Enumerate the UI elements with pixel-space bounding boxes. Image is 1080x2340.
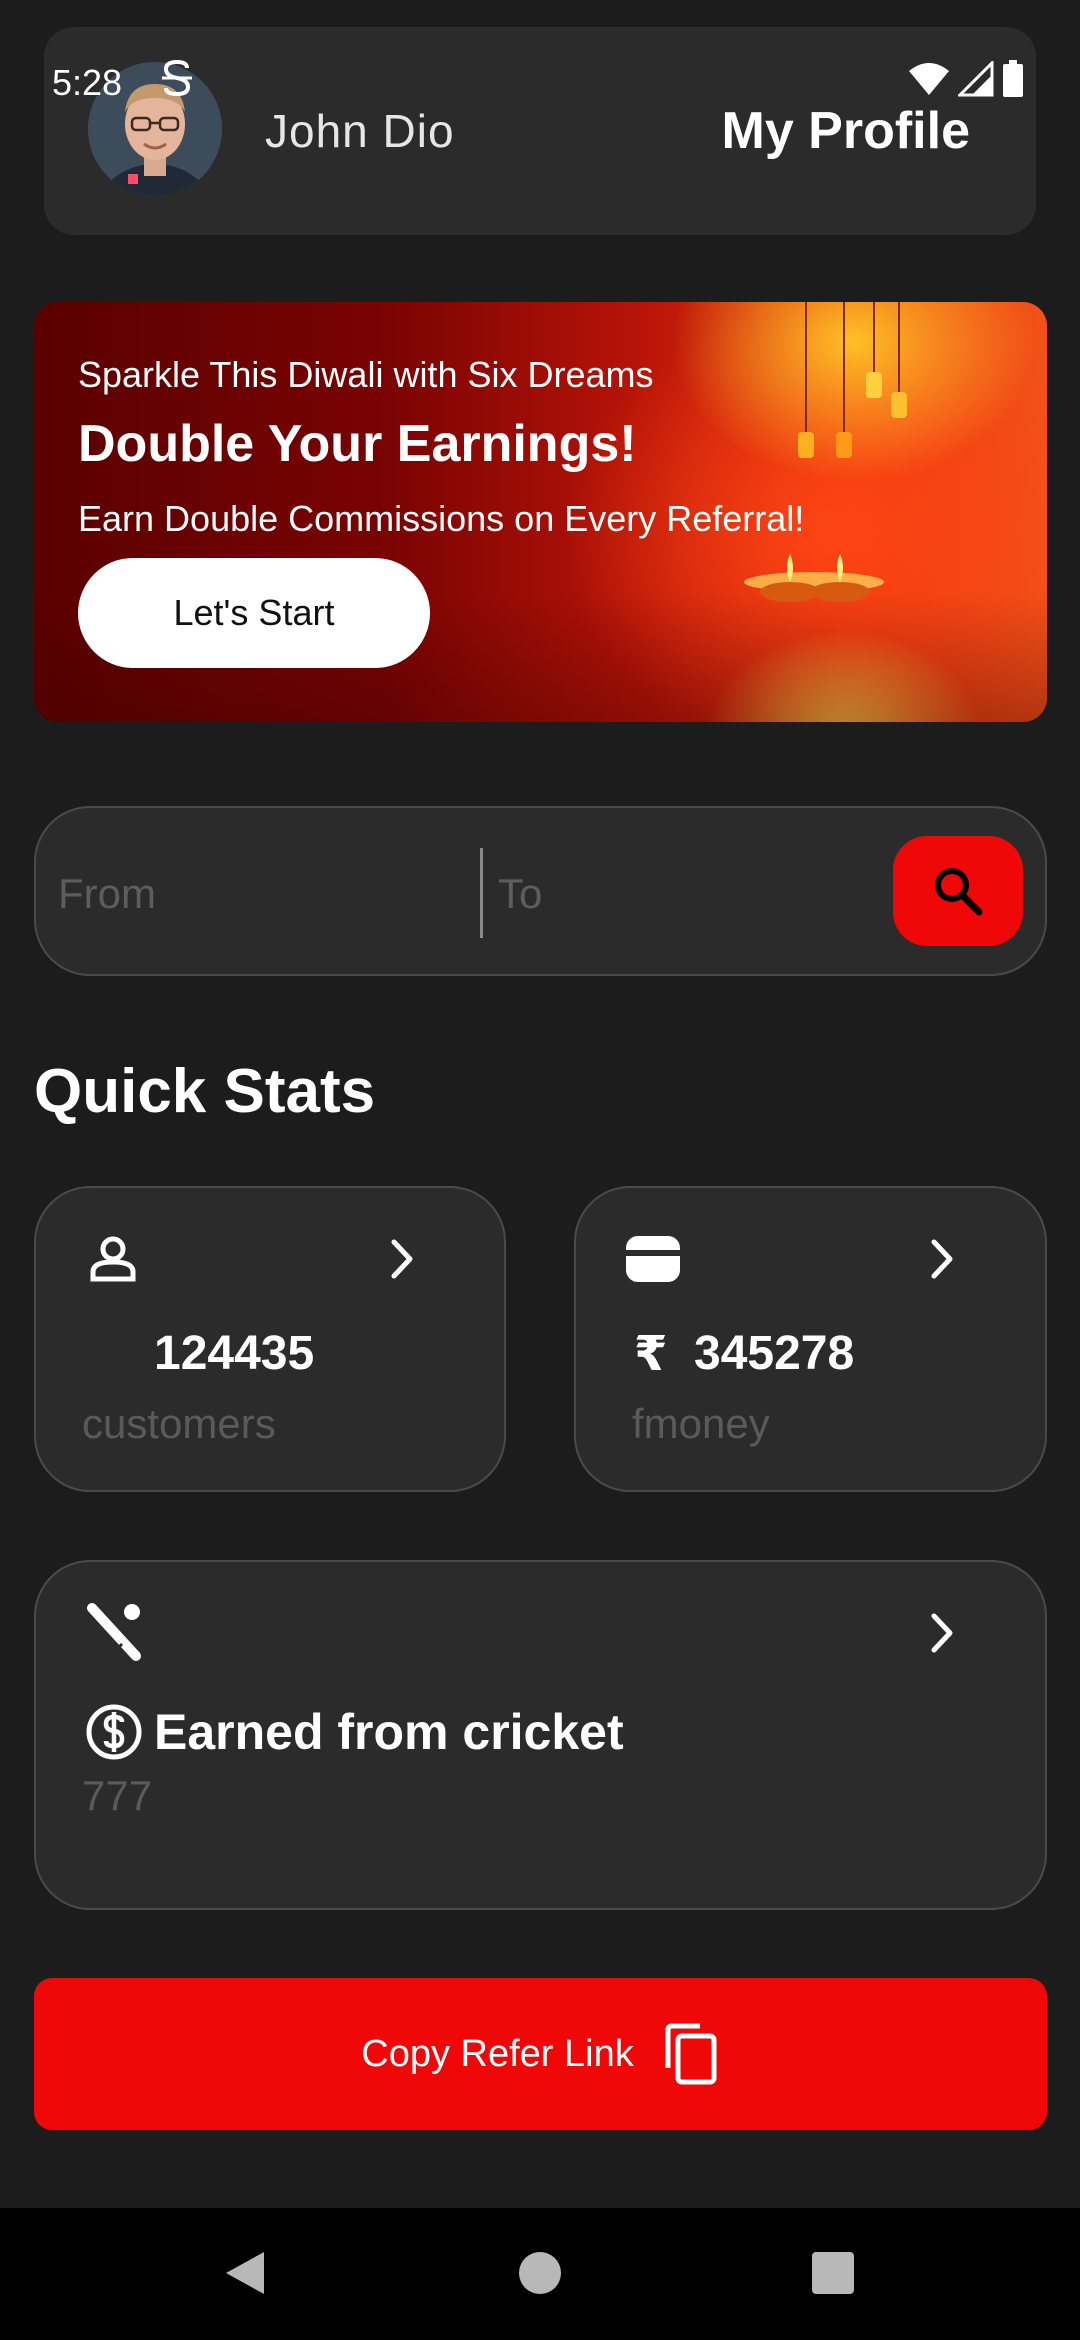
- search-divider: [480, 848, 483, 938]
- cricket-title: Earned from cricket: [154, 1704, 624, 1760]
- money-label: fmoney: [632, 1400, 770, 1447]
- person-icon: [90, 1236, 136, 1282]
- to-input[interactable]: [498, 862, 898, 926]
- chevron-right-icon[interactable]: [922, 1608, 962, 1658]
- from-input[interactable]: [58, 862, 478, 926]
- status-icons: [908, 60, 1024, 98]
- wallet-icon: [626, 1236, 680, 1282]
- diya-icon: [760, 554, 870, 602]
- currency-symbol: ₹: [634, 1328, 668, 1381]
- cricket-card[interactable]: Earned from cricket 777: [34, 1560, 1047, 1910]
- promo-banner[interactable]: Sparkle This Diwali with Six Dreams Doub…: [34, 302, 1047, 722]
- search-icon: [935, 868, 983, 916]
- back-icon[interactable]: [222, 2250, 268, 2296]
- quick-stats-title: Quick Stats: [34, 1057, 376, 1126]
- customers-value: 124435: [154, 1327, 315, 1380]
- cricket-value: 777: [82, 1772, 153, 1819]
- money-value: 345278: [694, 1327, 855, 1380]
- banner-subtext: Earn Double Commissions on Every Referra…: [78, 498, 805, 539]
- wifi-icon: [909, 63, 949, 95]
- navigation-bar: [0, 2208, 1080, 2340]
- copy-refer-link-button[interactable]: Copy Refer Link: [34, 1978, 1047, 2130]
- money-card[interactable]: ₹ 345278 fmoney: [574, 1186, 1047, 1492]
- lets-start-button[interactable]: Let's Start: [78, 558, 430, 668]
- recents-icon[interactable]: [812, 2252, 854, 2294]
- battery-icon: [1003, 60, 1023, 97]
- app-notification-icon: [160, 58, 194, 103]
- banner-eyebrow: Sparkle This Diwali with Six Dreams: [78, 354, 654, 395]
- user-name: John Dio: [265, 105, 455, 157]
- copy-icon: [665, 2023, 717, 2085]
- cricket-icon: [87, 1603, 141, 1661]
- customers-label: customers: [82, 1400, 276, 1447]
- search-button[interactable]: [893, 836, 1023, 946]
- dollar-icon: [86, 1704, 142, 1760]
- chevron-right-icon[interactable]: [382, 1234, 422, 1284]
- screen: 5:28 John Dio My Profile Sparkle This Di…: [0, 0, 1080, 2340]
- banner-heading: Double Your Earnings!: [78, 415, 637, 473]
- date-search-bar: [34, 806, 1047, 976]
- customers-card[interactable]: 124435 customers: [34, 1186, 506, 1492]
- status-time: 5:28: [52, 62, 123, 103]
- signal-icon: [958, 61, 994, 97]
- page-title: My Profile: [721, 102, 971, 160]
- home-icon[interactable]: [518, 2251, 562, 2295]
- chevron-right-icon[interactable]: [922, 1234, 962, 1284]
- refer-label: Copy Refer Link: [361, 2032, 634, 2075]
